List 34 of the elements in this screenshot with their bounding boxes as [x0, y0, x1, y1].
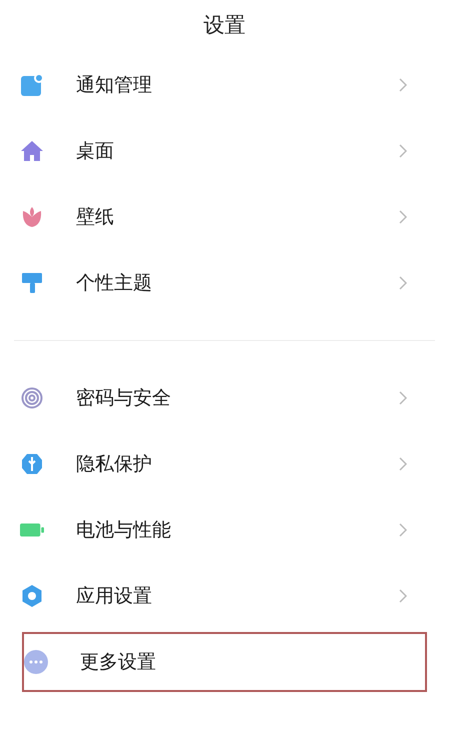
- chevron-right-icon: [399, 276, 407, 290]
- settings-item[interactable]: 壁纸: [20, 184, 429, 250]
- more-icon: [24, 650, 48, 674]
- gear-icon: [21, 585, 43, 607]
- item-label: 通知管理: [76, 72, 153, 98]
- chevron-right-icon: [399, 523, 407, 537]
- item-label: 壁纸: [76, 204, 115, 230]
- settings-item[interactable]: 个性主题: [20, 250, 429, 316]
- chevron-right-icon: [399, 144, 407, 158]
- chevron-right-icon: [399, 210, 407, 224]
- chevron-right-icon: [399, 589, 407, 603]
- chevron-right-icon: [399, 78, 407, 92]
- item-label: 电池与性能: [76, 518, 172, 543]
- settings-item[interactable]: 桌面: [20, 118, 429, 184]
- chevron-right-icon: [399, 457, 407, 471]
- item-label: 应用设置: [76, 584, 153, 609]
- battery-icon: [20, 523, 44, 537]
- item-label: 隐私保护: [76, 452, 153, 477]
- settings-item[interactable]: 应用设置: [20, 563, 429, 629]
- notification-icon: [21, 74, 43, 96]
- item-label: 个性主题: [76, 270, 153, 296]
- item-label: 桌面: [76, 138, 115, 164]
- page-title: 设置: [204, 12, 246, 40]
- settings-item[interactable]: 通知管理: [20, 52, 429, 118]
- settings-item[interactable]: 密码与安全: [20, 365, 429, 431]
- paint-roller-icon: [21, 272, 43, 294]
- item-label: 更多设置: [80, 650, 157, 675]
- settings-item[interactable]: 隐私保护: [20, 431, 429, 497]
- settings-item[interactable]: 电池与性能: [20, 497, 429, 563]
- flower-icon: [21, 206, 43, 228]
- item-label: 密码与安全: [76, 386, 172, 411]
- settings-item[interactable]: 更多设置: [22, 632, 427, 692]
- home-icon: [21, 140, 43, 162]
- chevron-right-icon: [399, 391, 407, 405]
